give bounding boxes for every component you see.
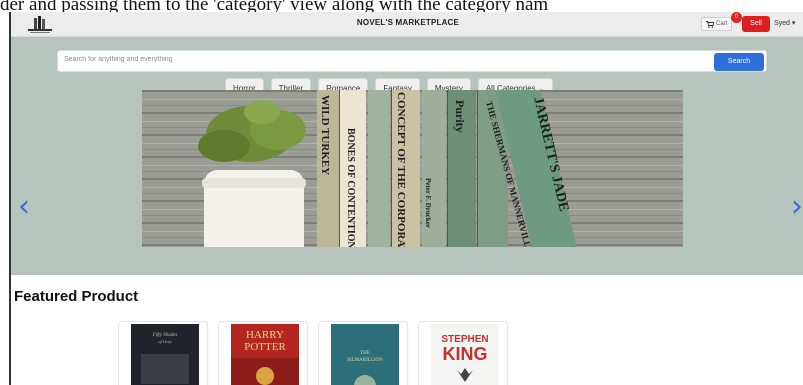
- book-cover-image: Fifty Shades of Grey: [131, 324, 199, 385]
- featured-product-list: Fifty Shades of Grey HARRY POTTER THE SI…: [118, 321, 508, 385]
- product-card[interactable]: STEPHEN KING: [418, 321, 508, 385]
- cart-count-badge: 0: [731, 12, 742, 23]
- cover-title-line2: KING: [443, 344, 488, 364]
- cover-title-line2: SILMARILLION: [347, 358, 383, 363]
- spine-drucker: Peter F. Drucker: [424, 178, 432, 228]
- carousel-prev-icon[interactable]: ‹: [18, 189, 30, 224]
- cover-title-line1: Fifty Shades: [152, 333, 178, 338]
- search-bar: Search: [57, 50, 767, 72]
- cover-title-line2: of Grey: [158, 339, 171, 344]
- featured-product-heading: Featured Product: [14, 288, 139, 305]
- book-cover-image: HARRY POTTER: [231, 324, 299, 385]
- cart-label: Cart: [716, 21, 728, 27]
- sell-button[interactable]: Sell: [742, 16, 770, 32]
- cart-icon: [706, 20, 714, 28]
- carousel-next-icon[interactable]: ›: [791, 189, 803, 224]
- search-button[interactable]: Search: [714, 53, 764, 71]
- product-card[interactable]: Fifty Shades of Grey: [118, 321, 208, 385]
- chevron-down-icon: ▾: [791, 20, 796, 27]
- spine-concept-corporation: CONCEPT OF THE CORPORATION: [395, 92, 407, 247]
- spine-wild-turkey: WILD TURKEY: [319, 95, 331, 175]
- search-input[interactable]: [64, 56, 704, 63]
- user-name: Syed: [774, 20, 790, 27]
- product-card[interactable]: THE SILMARILLION: [318, 321, 408, 385]
- spine-purity: Purity: [453, 100, 467, 133]
- cart-button[interactable]: Cart: [701, 17, 733, 31]
- book-cover-image: THE SILMARILLION: [331, 324, 399, 385]
- navbar: NOVEL'S MARKETPLACE Cart 0 Sell Syed ▾: [11, 12, 803, 37]
- carousel-banner-image: WILD TURKEY BONES OF CONTENTION CONCEPT …: [142, 90, 683, 247]
- brand-title[interactable]: NOVEL'S MARKETPLACE: [11, 18, 803, 27]
- spine-bones-of-contention: BONES OF CONTENTION: [345, 128, 356, 247]
- app-screenshot: NOVEL'S MARKETPLACE Cart 0 Sell Syed ▾ S…: [9, 12, 803, 385]
- cover-title-line1: HARRY: [246, 329, 284, 341]
- book-cover-image: STEPHEN KING: [431, 324, 499, 385]
- user-menu[interactable]: Syed ▾: [774, 19, 795, 27]
- cover-title-line1: THE: [360, 351, 370, 356]
- cover-title-line2: POTTER: [244, 341, 286, 353]
- product-card[interactable]: HARRY POTTER: [218, 321, 308, 385]
